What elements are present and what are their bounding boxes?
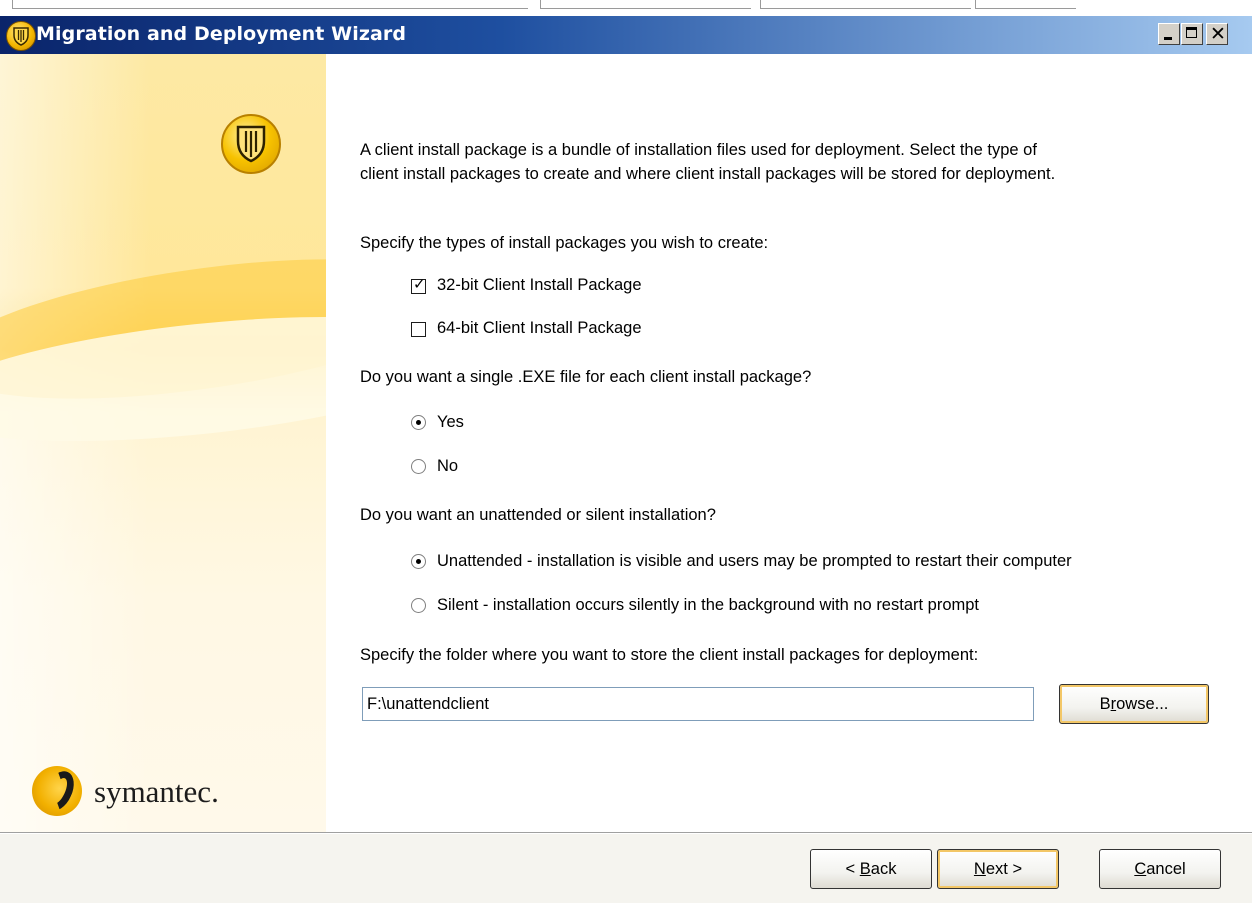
wizard-content: A client install package is a bundle of … bbox=[326, 54, 1252, 832]
cancel-button[interactable]: Cancel bbox=[1099, 849, 1221, 889]
checkbox-64bit[interactable] bbox=[411, 322, 426, 337]
symantec-wordmark: symantec. bbox=[94, 774, 219, 809]
background-window-segment bbox=[12, 0, 528, 9]
label-silent[interactable]: Silent - installation occurs silently in… bbox=[437, 596, 979, 615]
maximize-button[interactable] bbox=[1181, 23, 1203, 45]
label-32bit[interactable]: 32-bit Client Install Package bbox=[437, 276, 642, 295]
symantec-swirl bbox=[38, 766, 80, 816]
package-types-prompt: Specify the types of install packages yo… bbox=[360, 234, 769, 252]
symantec-ball-icon bbox=[32, 766, 82, 816]
back-label-part: ack bbox=[870, 860, 897, 878]
intro-text: A client install package is a bundle of … bbox=[360, 138, 1055, 186]
checkbox-32bit[interactable]: ✓ bbox=[411, 276, 426, 294]
radio-unattended[interactable] bbox=[411, 554, 426, 569]
wizard-footer: < Back Next > Cancel bbox=[0, 834, 1252, 903]
cancel-label-mnemonic: C bbox=[1134, 860, 1147, 878]
back-label-mnemonic: B bbox=[859, 860, 871, 878]
close-button[interactable]: ✕ bbox=[1206, 23, 1228, 45]
maximize-icon bbox=[1186, 27, 1197, 38]
wizard-side-banner: symantec. bbox=[0, 54, 326, 832]
browse-button[interactable]: Browse... bbox=[1059, 684, 1209, 724]
radio-selected-dot bbox=[416, 420, 421, 425]
next-label-part: ext > bbox=[985, 860, 1023, 878]
label-unattended[interactable]: Unattended - installation is visible and… bbox=[437, 552, 1072, 571]
background-window-segment bbox=[975, 0, 1076, 9]
app-shield-icon[interactable] bbox=[6, 21, 36, 51]
close-icon: ✕ bbox=[1210, 23, 1226, 45]
background-window-segment bbox=[760, 0, 971, 9]
label-yes[interactable]: Yes bbox=[437, 413, 464, 432]
banner-gradient bbox=[0, 54, 150, 832]
window-title: Migration and Deployment Wizard bbox=[36, 23, 407, 45]
folder-prompt: Specify the folder where you want to sto… bbox=[360, 646, 979, 664]
install-mode-prompt: Do you want an unattended or silent inst… bbox=[360, 506, 716, 524]
radio-silent[interactable] bbox=[411, 598, 426, 613]
radio-yes[interactable] bbox=[411, 415, 426, 430]
next-button[interactable]: Next > bbox=[937, 849, 1059, 889]
wizard-window: Migration and Deployment Wizard ✕ symant… bbox=[0, 16, 1252, 903]
intro-line: client install packages to create and wh… bbox=[360, 165, 1056, 183]
browse-label-part: owse... bbox=[1116, 695, 1169, 713]
shield-logo-icon bbox=[221, 114, 281, 174]
back-label-part: < bbox=[845, 860, 860, 878]
label-no[interactable]: No bbox=[437, 457, 458, 476]
title-bar[interactable]: Migration and Deployment Wizard ✕ bbox=[0, 16, 1252, 54]
browse-label-part: B bbox=[1099, 695, 1111, 713]
checkmark-icon: ✓ bbox=[413, 276, 426, 293]
radio-no[interactable] bbox=[411, 459, 426, 474]
back-button[interactable]: < Back bbox=[810, 849, 932, 889]
single-exe-prompt: Do you want a single .EXE file for each … bbox=[360, 368, 812, 386]
minimize-icon bbox=[1164, 37, 1172, 40]
cancel-label-part: ancel bbox=[1146, 860, 1186, 878]
label-64bit[interactable]: 64-bit Client Install Package bbox=[437, 319, 642, 338]
radio-selected-dot bbox=[416, 559, 421, 564]
minimize-button[interactable] bbox=[1158, 23, 1180, 45]
next-label-mnemonic: N bbox=[973, 860, 986, 878]
intro-line: A client install package is a bundle of … bbox=[360, 141, 1037, 159]
background-window-segment bbox=[540, 0, 751, 9]
folder-path-input[interactable] bbox=[362, 687, 1034, 721]
